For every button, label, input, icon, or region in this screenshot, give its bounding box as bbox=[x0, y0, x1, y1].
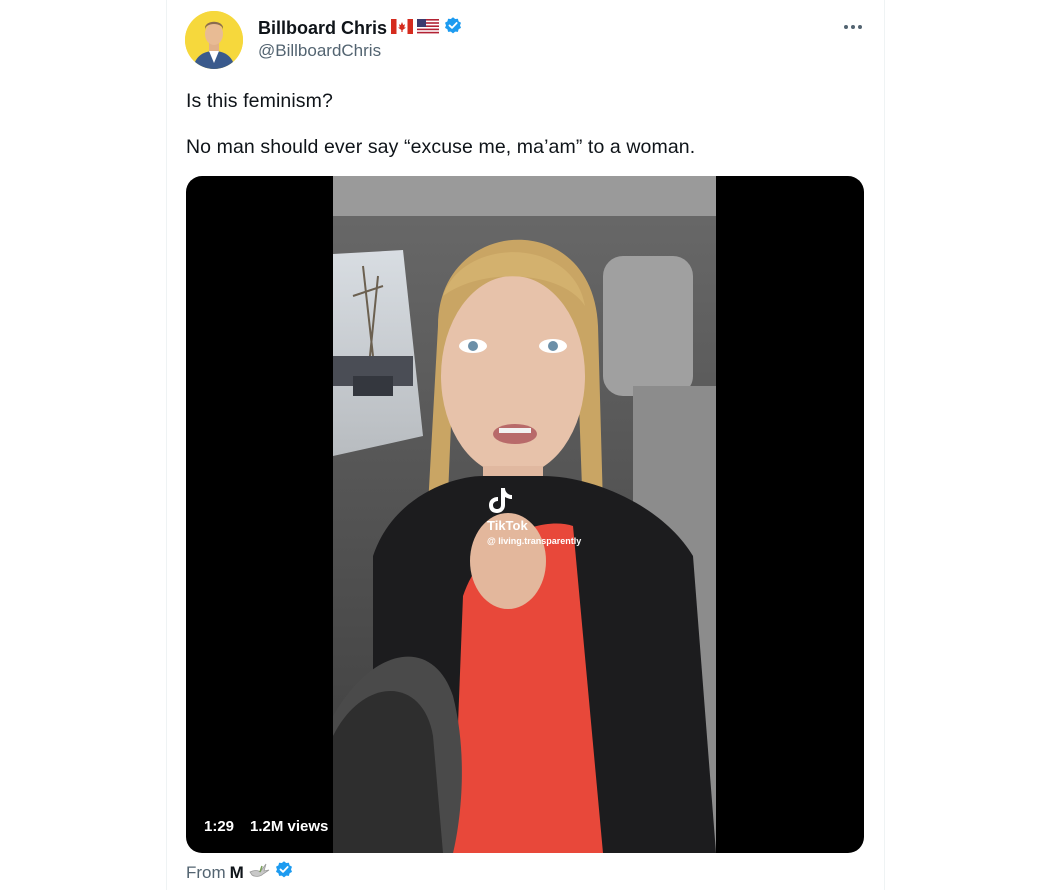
verified-badge-icon bbox=[443, 16, 463, 41]
verified-badge-icon bbox=[274, 860, 294, 885]
tiktok-brand-label: TikTok bbox=[487, 518, 528, 533]
from-attribution: From M bbox=[186, 860, 294, 885]
more-options-button[interactable] bbox=[838, 14, 868, 40]
tiktok-username-label: @ living.transparently bbox=[487, 536, 582, 546]
video-player[interactable]: TikTok @ living.transparently 1:29 1.2M … bbox=[186, 176, 864, 853]
tiktok-watermark: TikTok @ living.transparently bbox=[487, 486, 581, 546]
author-name-row[interactable]: Billboard Chris bbox=[258, 16, 463, 41]
video-duration: 1:29 bbox=[204, 818, 235, 835]
video-views: 1.2M views bbox=[250, 818, 329, 835]
from-source-name[interactable]: M bbox=[230, 863, 244, 883]
avatar[interactable] bbox=[185, 11, 243, 69]
author-name[interactable]: Billboard Chris bbox=[258, 18, 387, 39]
avatar-image bbox=[185, 11, 243, 69]
video-thumbnail: TikTok @ living.transparently bbox=[333, 176, 716, 853]
tweet-text-line-2: No man should ever say “excuse me, ma’am… bbox=[186, 136, 696, 158]
canada-flag-icon bbox=[391, 18, 414, 39]
author-handle[interactable]: @BillboardChris bbox=[258, 41, 381, 61]
more-dots-icon bbox=[844, 25, 862, 29]
dove-icon bbox=[248, 860, 270, 885]
tiktok-logo-icon bbox=[489, 488, 512, 513]
page: Billboard Chris @BillboardChris Is this … bbox=[0, 0, 1050, 890]
from-prefix: From bbox=[186, 862, 226, 882]
us-flag-icon bbox=[417, 18, 440, 39]
tweet-text-line-1: Is this feminism? bbox=[186, 90, 333, 112]
